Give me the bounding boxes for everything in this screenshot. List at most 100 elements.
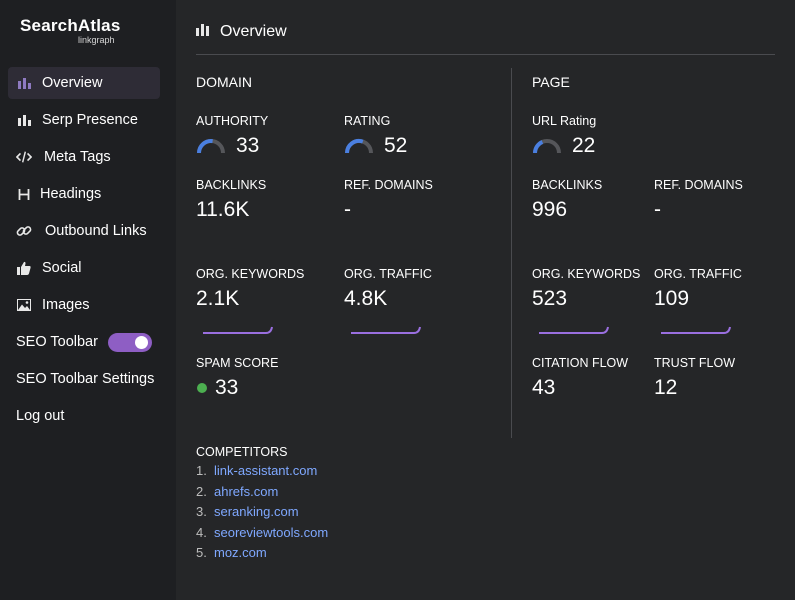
list-number: 2.	[196, 483, 207, 499]
metric-value: 4.8K	[344, 287, 388, 310]
sidebar-item-overview[interactable]: Overview	[8, 67, 160, 99]
sidebar-item-label: Outbound Links	[45, 223, 147, 239]
org-keywords-sparkline	[203, 326, 273, 334]
heading-icon	[16, 186, 32, 202]
list-item: 3. seranking.com	[196, 504, 328, 525]
sidebar-item-serp-presence[interactable]: Serp Presence	[8, 104, 160, 136]
image-icon	[16, 297, 32, 313]
domain-org-traffic: ORG. TRAFFIC 4.8K	[344, 267, 432, 311]
list-number: 5.	[196, 545, 207, 560]
thumbs-up-icon	[16, 260, 32, 276]
metric-value: 523	[532, 287, 568, 310]
sidebar-item-label: Social	[42, 260, 82, 276]
logout-link[interactable]: Log out	[16, 408, 64, 424]
page-section-title: PAGE	[532, 74, 570, 90]
bar-chart-icon	[16, 112, 32, 128]
metric-label: BACKLINKS	[196, 178, 267, 192]
competitors-list: 1. link-assistant.com 2. ahrefs.com 3. s…	[196, 463, 328, 566]
sidebar-item-label: Images	[42, 297, 90, 313]
header-divider	[196, 54, 775, 55]
logo-text: SearchAtlas	[20, 16, 121, 35]
sidebar-item-label: Overview	[42, 75, 103, 91]
page-org-traffic: ORG. TRAFFIC 109	[654, 267, 742, 311]
metric-label: ORG. KEYWORDS	[532, 267, 641, 281]
overview-panel: Overview DOMAIN AUTHORITY 33 RATING 52 B…	[176, 0, 795, 600]
link-icon	[16, 223, 32, 239]
domain-authority: AUTHORITY 33	[196, 114, 268, 158]
url-rating-gauge-icon	[533, 139, 561, 154]
sidebar-item-label: Headings	[40, 186, 102, 202]
sidebar-item-label: Serp Presence	[42, 112, 138, 128]
page-trust-flow: TRUST FLOW 12	[654, 356, 735, 400]
competitor-link[interactable]: seoreviewtools.com	[214, 525, 328, 546]
page-title: Overview	[220, 23, 287, 40]
list-number: 3.	[196, 504, 207, 519]
page-org-keywords: ORG. KEYWORDS 523	[532, 267, 640, 311]
metric-value: 2.1K	[196, 287, 240, 310]
list-item: 4. seoreviewtools.com	[196, 525, 328, 546]
metric-label: ORG. TRAFFIC	[654, 267, 742, 281]
metric-label: BACKLINKS	[532, 178, 603, 192]
sidebar-item-headings[interactable]: Headings	[8, 178, 160, 210]
domain-backlinks: BACKLINKS 11.6K	[196, 178, 266, 222]
sidebar-item-outbound-links[interactable]: Outbound Links	[8, 215, 160, 247]
page-backlinks: BACKLINKS 996	[532, 178, 602, 222]
list-number: 4.	[196, 524, 207, 540]
sidebar: SearchAtlas linkgraph Overview Serp Pres…	[0, 0, 176, 600]
metric-label: REF. DOMAINS	[344, 178, 433, 192]
list-item: 5. moz.com	[196, 545, 328, 566]
competitor-link[interactable]: link-assistant.com	[214, 463, 317, 484]
metric-value: 109	[654, 287, 690, 310]
page-url-rating: URL Rating 22	[532, 114, 596, 158]
domain-spam-score: SPAM SCORE 33	[196, 356, 278, 400]
list-number: 1.	[196, 463, 207, 478]
metric-value: 52	[384, 134, 408, 157]
sidebar-item-images[interactable]: Images	[8, 289, 160, 321]
seo-toolbar-settings-link[interactable]: SEO Toolbar Settings	[16, 371, 154, 387]
seo-toolbar-toggle[interactable]	[108, 333, 152, 352]
page-org-traffic-sparkline	[661, 326, 731, 334]
domain-section-title: DOMAIN	[196, 74, 252, 90]
metric-label: TRUST FLOW	[654, 356, 736, 370]
sidebar-item-label: Meta Tags	[44, 149, 111, 165]
list-item: 2. ahrefs.com	[196, 484, 328, 505]
metric-label: ORG. KEYWORDS	[196, 267, 305, 281]
sidebar-item-social[interactable]: Social	[8, 252, 160, 284]
authority-gauge-icon	[197, 139, 225, 154]
sidebar-item-meta-tags[interactable]: Meta Tags	[8, 141, 160, 173]
panel-header: Overview	[196, 22, 287, 42]
competitor-link[interactable]: moz.com	[214, 545, 267, 566]
metric-label: CITATION FLOW	[532, 356, 629, 370]
metric-label: REF. DOMAINS	[654, 178, 743, 192]
rating-gauge-icon	[344, 139, 373, 154]
seo-toolbar-label: SEO Toolbar	[16, 334, 98, 350]
domain-ref-domains: REF. DOMAINS -	[344, 178, 433, 222]
metric-label: ORG. TRAFFIC	[344, 267, 432, 281]
metric-value: 12	[654, 376, 678, 399]
page-ref-domains: REF. DOMAINS -	[654, 178, 743, 222]
competitor-link[interactable]: seranking.com	[214, 504, 299, 525]
org-traffic-sparkline	[351, 326, 421, 334]
competitor-link[interactable]: ahrefs.com	[214, 484, 278, 505]
metric-value: 43	[532, 376, 556, 399]
page-citation-flow: CITATION FLOW 43	[532, 356, 628, 400]
logo: SearchAtlas linkgraph	[20, 16, 121, 45]
metric-value: -	[654, 198, 661, 221]
spam-status-dot	[197, 383, 207, 393]
metric-value: 22	[572, 134, 596, 157]
logo-subtext: linkgraph	[78, 35, 115, 45]
metric-value: 33	[215, 376, 239, 399]
metric-value: -	[344, 198, 351, 221]
metric-value: 996	[532, 198, 568, 221]
metric-value: 33	[236, 134, 260, 157]
toggle-knob	[135, 336, 148, 349]
column-divider	[511, 68, 512, 438]
list-item: 1. link-assistant.com	[196, 463, 328, 484]
metric-value: 11.6K	[196, 198, 250, 221]
metric-label: URL Rating	[532, 114, 597, 128]
bar-chart-icon	[196, 23, 210, 41]
metric-label: RATING	[344, 114, 391, 128]
competitors-title: COMPETITORS	[196, 445, 288, 459]
metric-label: AUTHORITY	[196, 114, 269, 128]
code-icon	[16, 149, 32, 165]
